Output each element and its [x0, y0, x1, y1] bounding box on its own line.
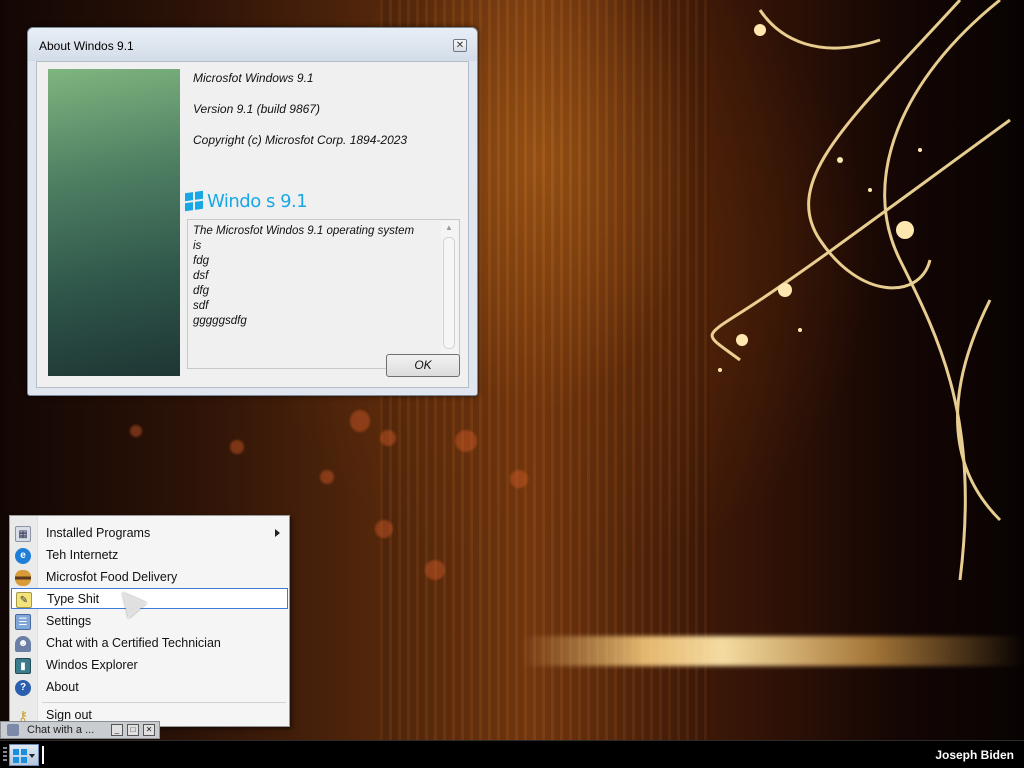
scroll-up-icon[interactable]: ▲: [445, 223, 453, 232]
burger-icon: [15, 570, 31, 586]
menu-item-label: Chat with a Certified Technician: [46, 636, 221, 650]
settings-icon: ☰: [15, 614, 31, 630]
menu-item-label: Sign out: [46, 708, 92, 722]
description-line: fdg: [193, 255, 209, 267]
menu-item-chat-technician[interactable]: ☻ Chat with a Certified Technician: [11, 633, 288, 654]
installed-programs-icon: ▦: [15, 526, 31, 542]
windows-logo: Windo s 9.1: [185, 188, 308, 214]
chevron-down-icon: [29, 754, 35, 758]
description-line: gggggsdfg: [193, 315, 247, 327]
dialog-title: About Windos 9.1: [39, 39, 134, 53]
description-line: The Microsfot Windos 9.1 operating syste…: [193, 225, 415, 237]
menu-item-food-delivery[interactable]: Microsfot Food Delivery: [11, 567, 288, 588]
menu-item-about[interactable]: ? About: [11, 677, 288, 698]
menu-item-label: Settings: [46, 614, 92, 628]
dialog-client-area: Microsfot Windows 9.1 Version 9.1 (build…: [36, 61, 469, 388]
menu-item-settings[interactable]: ☰ Settings: [11, 611, 288, 632]
menu-item-installed-programs[interactable]: ▦ Installed Programs: [11, 523, 288, 544]
windows-flag-icon: [13, 749, 27, 763]
description-line: is: [193, 240, 202, 252]
start-button[interactable]: [9, 744, 39, 766]
description-line: dsf: [193, 270, 209, 282]
ok-button[interactable]: OK: [386, 354, 460, 377]
menu-item-type-shit[interactable]: ✎ Type Shit: [11, 588, 288, 609]
description-text: The Microsfot Windos 9.1 operating syste…: [193, 224, 414, 329]
user-name[interactable]: Joseph Biden: [935, 748, 1014, 762]
windows-flag-icon: [185, 190, 203, 212]
internet-explorer-icon: e: [15, 548, 31, 564]
technician-icon: ☻: [15, 636, 31, 652]
menu-item-label: Teh Internetz: [46, 548, 119, 562]
menu-separator: [42, 702, 286, 703]
menu-item-label: Installed Programs: [46, 526, 151, 540]
description-textbox[interactable]: The Microsfot Windos 9.1 operating syste…: [187, 219, 460, 369]
menu-item-label: Microsfot Food Delivery: [46, 570, 178, 584]
wallpaper-light-streak: [520, 636, 1024, 666]
about-dialog: About Windos 9.1 ✕ Microsfot Windows 9.1…: [27, 27, 478, 396]
taskbar-window-button[interactable]: Chat with a ... _ □ ✕: [0, 721, 160, 739]
close-icon[interactable]: ✕: [453, 39, 467, 52]
taskbar-window-label: Chat with a ...: [27, 724, 95, 736]
minimize-icon[interactable]: _: [111, 724, 123, 736]
submenu-arrow-icon: [275, 529, 280, 537]
chat-window-icon: [7, 724, 19, 736]
scrollbar-thumb[interactable]: [443, 237, 455, 349]
maximize-icon[interactable]: □: [127, 724, 139, 736]
dialog-titlebar[interactable]: About Windos 9.1 ✕: [28, 28, 477, 61]
menu-item-teh-internetz[interactable]: e Teh Internetz: [11, 545, 288, 566]
taskbar-divider: [42, 746, 44, 764]
explorer-icon: ▮: [15, 658, 31, 674]
copyright-text: Copyright (c) Microsfot Corp. 1894-2023: [193, 133, 408, 147]
close-window-icon[interactable]: ✕: [143, 724, 155, 736]
description-line: sdf: [193, 300, 209, 312]
description-scrollbar[interactable]: ▲ ▼: [441, 221, 458, 367]
product-name: Microsfot Windows 9.1: [193, 71, 314, 85]
dialog-banner-image: [48, 69, 180, 376]
version-text: Version 9.1 (build 9867): [193, 102, 320, 116]
start-menu: ▦ Installed Programs e Teh Internetz Mic…: [9, 515, 290, 727]
help-icon: ?: [15, 680, 31, 696]
logo-text: Windo s 9.1: [207, 190, 308, 212]
taskbar-grip[interactable]: [3, 747, 7, 763]
notepad-icon: ✎: [16, 592, 32, 608]
menu-item-label: Type Shit: [47, 592, 100, 606]
menu-item-label: About: [46, 680, 79, 694]
taskbar: Joseph Biden: [0, 740, 1024, 768]
menu-item-windos-explorer[interactable]: ▮ Windos Explorer: [11, 655, 288, 676]
description-line: dfg: [193, 285, 209, 297]
menu-item-label: Windos Explorer: [46, 658, 138, 672]
